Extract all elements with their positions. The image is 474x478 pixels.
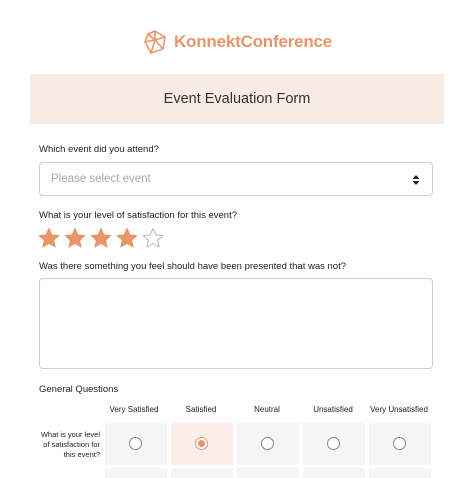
matrix-column-header: Very Unsatisfied <box>370 405 428 414</box>
missing-question-label: Was there something you feel should have… <box>39 261 347 272</box>
star-icon[interactable] <box>116 227 138 249</box>
matrix-column-header: Satisfied <box>185 405 217 414</box>
matrix-cell <box>303 423 365 465</box>
matrix-radio[interactable] <box>261 437 274 450</box>
missing-textarea[interactable] <box>39 278 433 369</box>
matrix-cell <box>303 468 365 478</box>
star-icon[interactable] <box>64 227 86 249</box>
brand-logo: KonnektConference <box>0 28 474 56</box>
event-select-placeholder: Please select event <box>51 173 151 185</box>
star-icon[interactable] <box>90 227 112 249</box>
matrix-radio[interactable] <box>327 437 340 450</box>
matrix-column-header: Unsatisfied <box>313 405 353 414</box>
matrix-cell <box>171 423 233 465</box>
star-rating[interactable] <box>38 227 168 249</box>
matrix-row-label: What is your level of satisfaction for t… <box>40 430 100 459</box>
matrix-cell <box>237 468 299 478</box>
matrix-radio[interactable] <box>195 437 208 450</box>
matrix-cell <box>105 423 167 465</box>
sort-arrows-icon <box>412 175 420 185</box>
matrix-radio[interactable] <box>393 437 406 450</box>
form-header: Event Evaluation Form <box>30 74 444 124</box>
matrix-cell <box>369 468 431 478</box>
form-title: Event Evaluation Form <box>163 91 311 107</box>
matrix-cell <box>369 423 431 465</box>
geodesic-logo-icon <box>144 30 166 54</box>
matrix-title: General Questions <box>39 384 119 395</box>
star-icon[interactable] <box>142 227 164 249</box>
matrix-radio[interactable] <box>129 437 142 450</box>
event-select[interactable]: Please select event <box>39 162 433 196</box>
matrix-column-header: Neutral <box>254 405 280 414</box>
satisfaction-question-label: What is your level of satisfaction for t… <box>39 210 238 221</box>
star-icon[interactable] <box>38 227 60 249</box>
brand-name: KonnektConference <box>173 32 333 51</box>
matrix-cell <box>105 468 167 478</box>
matrix-column-header: Very Satisfied <box>109 405 159 414</box>
event-question-label: Which event did you attend? <box>39 144 159 155</box>
matrix-cell <box>171 468 233 478</box>
matrix-cell <box>237 423 299 465</box>
